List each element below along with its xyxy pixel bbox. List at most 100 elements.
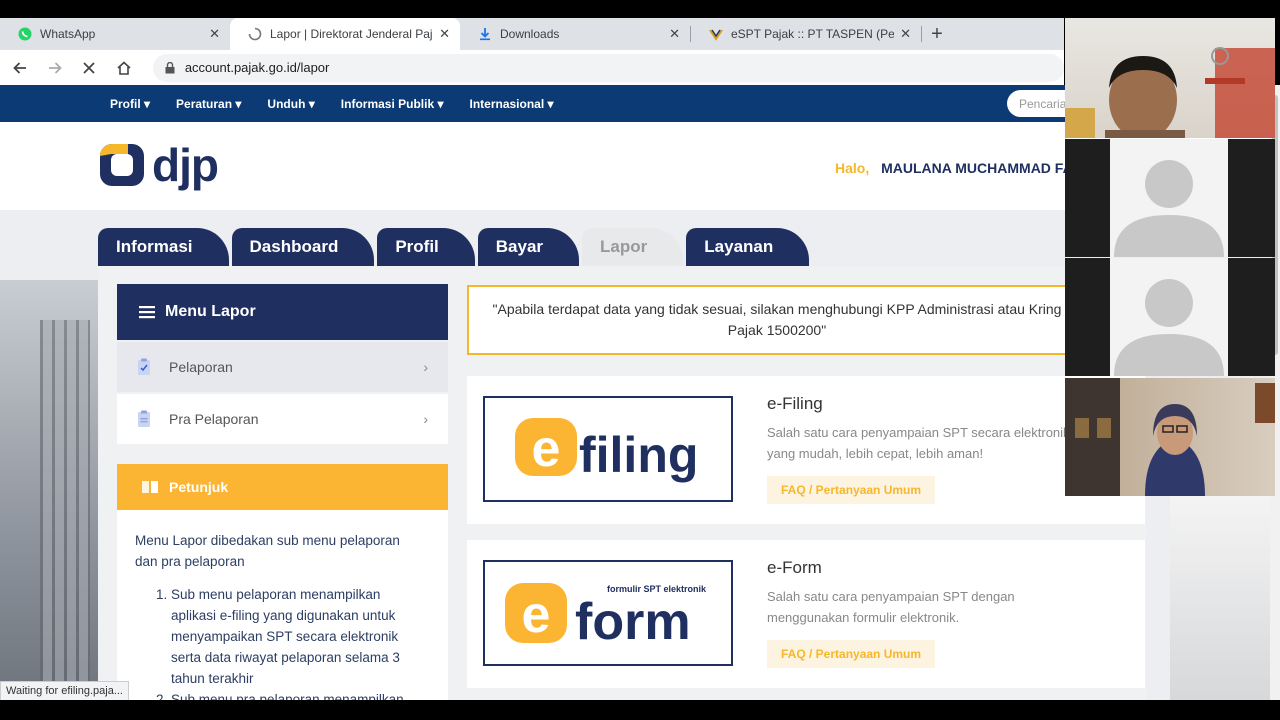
lock-icon: [165, 61, 175, 74]
video-tile-participant-2[interactable]: [1065, 139, 1275, 257]
tab-lapor[interactable]: Lapor: [582, 228, 684, 266]
efiling-faq-button[interactable]: FAQ / Pertanyaan Umum: [767, 476, 936, 504]
sidebar-item-pelaporan[interactable]: Pelaporan ›: [117, 342, 448, 392]
close-icon[interactable]: ✕: [209, 26, 220, 42]
back-button[interactable]: [5, 53, 35, 83]
djp-logo-text: djp: [152, 139, 219, 191]
sidebar-item-pra-pelaporan[interactable]: Pra Pelaporan ›: [117, 394, 448, 444]
screen-top-bar: [0, 0, 1280, 18]
main-tabs: Informasi Dashboard Profil Bayar Lapor L…: [98, 228, 812, 266]
eform-faq-button[interactable]: FAQ / Pertanyaan Umum: [767, 640, 936, 668]
arrow-left-icon: [13, 61, 26, 74]
list-item: Sub menu pelaporan menampilkan aplikasi …: [171, 584, 424, 689]
efiling-card: e filing e-Filing Salah satu cara penyam…: [467, 376, 1145, 524]
browser-toolbar: account.pajak.go.id/lapor: [0, 50, 1064, 85]
video-tile-participant-4[interactable]: [1065, 378, 1275, 496]
browser-tab-strip: WhatsApp ✕ Lapor | Direktorat Jenderal P…: [0, 18, 1064, 50]
close-icon[interactable]: ✕: [900, 26, 911, 42]
efiling-description: Salah satu cara penyampaian SPT secara e…: [767, 425, 1070, 461]
efiling-title[interactable]: e-Filing: [767, 394, 823, 414]
close-icon: [83, 61, 95, 74]
arrow-right-icon: [48, 61, 62, 74]
tab-title: eSPT Pajak :: PT TASPEN (Persero): [731, 27, 895, 41]
participant-video-feed: [1065, 47, 1275, 138]
user-greeting: Halo, MAULANA MUCHAMMAD FAQ: [835, 160, 1084, 176]
lapor-content: Menu Lapor Pelaporan › Pra Pelaporan › P…: [98, 266, 1146, 700]
background-image-right: [1170, 495, 1280, 700]
tab-bayar[interactable]: Bayar: [477, 228, 580, 266]
chevron-right-icon: ›: [423, 411, 428, 427]
video-tile-participant-3[interactable]: [1065, 258, 1275, 376]
menu-lapor-title: Menu Lapor: [165, 303, 256, 320]
user-placeholder-icon: [1114, 160, 1224, 257]
menu-lapor-header: Menu Lapor: [117, 284, 448, 340]
notice-banner: "Apabila terdapat data yang tidak sesuai…: [467, 285, 1087, 355]
efiling-logo-word: filing: [579, 427, 698, 483]
avatar: [1110, 258, 1228, 376]
download-icon: [478, 27, 492, 41]
nav-item-informasi-publik[interactable]: Informasi Publik ▾: [341, 97, 444, 111]
forward-button[interactable]: [40, 53, 70, 83]
book-icon: [141, 480, 159, 494]
efiling-logo[interactable]: e filing: [483, 396, 733, 502]
eform-logo-word: form: [575, 593, 691, 651]
background-building-image: [0, 280, 98, 700]
tab-layanan[interactable]: Layanan: [686, 228, 810, 266]
video-tile-participant-1[interactable]: [1065, 18, 1275, 138]
address-bar[interactable]: account.pajak.go.id/lapor: [152, 53, 1064, 82]
nav-item-profil[interactable]: Profil ▾: [110, 97, 150, 111]
tab-dashboard[interactable]: Dashboard: [231, 228, 375, 266]
browser-tab-lapor[interactable]: Lapor | Direktorat Jenderal Pajak ✕: [230, 18, 460, 50]
djp-logo[interactable]: djp: [98, 139, 219, 191]
url-text: account.pajak.go.id/lapor: [184, 60, 330, 75]
list-item: Sub menu pra pelaporan menampilkan: [171, 689, 424, 700]
eform-title[interactable]: e-Form: [767, 558, 822, 578]
avatar: [1110, 139, 1228, 257]
stop-loading-button[interactable]: [74, 53, 104, 83]
nav-item-peraturan[interactable]: Peraturan ▾: [176, 97, 241, 111]
sidebar-item-label: Pelaporan: [169, 359, 233, 375]
eform-logo[interactable]: e formulir SPT elektronik form: [483, 560, 733, 666]
eform-logo-graphic: e formulir SPT elektronik form: [505, 583, 707, 651]
close-icon[interactable]: ✕: [439, 26, 450, 42]
user-placeholder-icon: [1114, 279, 1224, 376]
petunjuk-body: Menu Lapor dibedakan sub menu pelaporan …: [117, 510, 448, 700]
user-name[interactable]: MAULANA MUCHAMMAD FAQ: [881, 160, 1083, 176]
new-tab-button[interactable]: +: [922, 18, 952, 50]
home-icon: [117, 60, 131, 75]
nav-item-internasional[interactable]: Internasional ▾: [470, 97, 554, 111]
chevron-right-icon: ›: [423, 359, 428, 375]
espt-favicon-icon: [709, 27, 723, 41]
tab-informasi[interactable]: Informasi: [98, 228, 229, 266]
participant-video-feed: [1065, 378, 1275, 496]
djp-logo-mark: [98, 142, 146, 188]
home-button[interactable]: [109, 53, 139, 83]
browser-tab-whatsapp[interactable]: WhatsApp ✕: [0, 18, 230, 50]
petunjuk-list: Sub menu pelaporan menampilkan aplikasi …: [135, 584, 424, 700]
petunjuk-intro: Menu Lapor dibedakan sub menu pelaporan …: [135, 533, 400, 569]
loading-spinner-icon: [248, 27, 262, 41]
whatsapp-icon: [18, 27, 32, 41]
clipboard-check-icon: [137, 358, 153, 376]
greeting-prefix: Halo,: [835, 160, 870, 176]
tab-title: Downloads: [500, 27, 560, 41]
browser-status-bar: Waiting for efiling.paja...: [0, 681, 129, 701]
efiling-logo-letter: e: [532, 420, 561, 478]
nav-item-unduh[interactable]: Unduh ▾: [267, 97, 314, 111]
clipboard-icon: [137, 410, 153, 428]
efiling-logo-graphic: e filing: [515, 418, 698, 483]
top-nav-menu: Profil ▾ Peraturan ▾ Unduh ▾ Informasi P…: [110, 85, 580, 122]
tab-title: Lapor | Direktorat Jenderal Pajak: [270, 27, 434, 41]
hamburger-icon: [139, 305, 155, 319]
close-icon[interactable]: ✕: [669, 26, 680, 42]
tab-profil[interactable]: Profil: [377, 228, 475, 266]
browser-tab-downloads[interactable]: Downloads ✕: [460, 18, 690, 50]
browser-tab-espt[interactable]: eSPT Pajak :: PT TASPEN (Persero) ✕: [691, 18, 921, 50]
eform-logo-letter: e: [522, 586, 551, 644]
tab-title: WhatsApp: [40, 27, 96, 41]
screen-bottom-bar: [0, 700, 1280, 720]
petunjuk-title: Petunjuk: [169, 479, 229, 495]
eform-card: e formulir SPT elektronik form e-Form Sa…: [467, 540, 1145, 688]
sidebar-item-label: Pra Pelaporan: [169, 411, 259, 427]
eform-description: Salah satu cara penyampaian SPT dengan m…: [767, 589, 1015, 625]
